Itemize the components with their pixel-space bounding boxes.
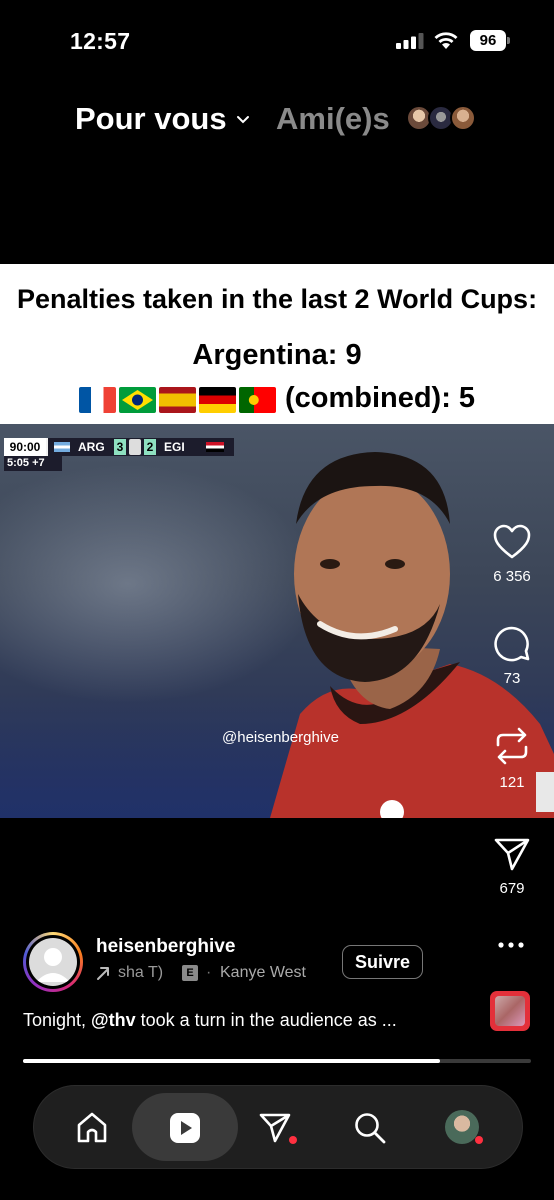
nav-reels[interactable] bbox=[145, 1086, 225, 1170]
home-score: 3 bbox=[114, 439, 126, 455]
caption-prefix: Tonight, bbox=[23, 1010, 92, 1030]
battery-level: 96 bbox=[470, 30, 506, 51]
post-caption-card: Penalties taken in the last 2 World Cups… bbox=[0, 264, 554, 424]
avatar-ring bbox=[26, 935, 80, 989]
away-team: EGI bbox=[164, 440, 185, 454]
caption-combined: (combined): 5 bbox=[284, 382, 476, 414]
signal-icon bbox=[396, 33, 424, 49]
portugal-flag-icon bbox=[238, 387, 276, 414]
caption-combined-row: (combined): 5 bbox=[0, 382, 554, 416]
user-silhouette-icon bbox=[36, 948, 70, 982]
away-score: 2 bbox=[144, 439, 156, 455]
trending-arrow-icon bbox=[97, 967, 109, 980]
music-cover-art bbox=[495, 996, 525, 1026]
battery-cap bbox=[507, 37, 510, 44]
spain-flag-icon bbox=[158, 387, 196, 414]
author-avatar[interactable] bbox=[23, 932, 83, 992]
nav-messages[interactable] bbox=[235, 1086, 315, 1170]
comment-icon[interactable] bbox=[493, 624, 531, 662]
video-progress-bar[interactable] bbox=[23, 1059, 531, 1063]
profile-notification-dot bbox=[475, 1136, 483, 1144]
avatar-placeholder bbox=[29, 938, 77, 986]
tab-friends[interactable]: Ami(e)s bbox=[276, 101, 390, 137]
caption-headline: Penalties taken in the last 2 World Cups… bbox=[16, 284, 538, 314]
follow-button[interactable]: Suivre bbox=[342, 945, 423, 979]
caption-mention[interactable]: @thv bbox=[91, 1010, 136, 1030]
tournament-logo-icon bbox=[129, 439, 141, 455]
friend-avatar bbox=[450, 105, 476, 131]
status-time: 12:57 bbox=[70, 28, 131, 54]
share-action[interactable]: 679 bbox=[480, 836, 544, 897]
scoreboard: 90:00 ARG 3 2 EGI bbox=[4, 438, 234, 456]
explicit-badge: E bbox=[182, 965, 198, 981]
music-thumbnail[interactable] bbox=[490, 991, 530, 1031]
more-icon[interactable] bbox=[497, 937, 525, 953]
share-count: 679 bbox=[499, 880, 525, 897]
egy-flag-icon bbox=[206, 442, 224, 452]
germany-flag-icon bbox=[198, 387, 236, 414]
france-flag-icon bbox=[78, 387, 116, 414]
like-count: 6 356 bbox=[493, 568, 531, 585]
reel-video[interactable]: 90:00 ARG 3 2 EGI 5:05 +7 @heisenberghiv… bbox=[0, 424, 554, 818]
like-action[interactable]: 6 356 bbox=[480, 524, 544, 585]
battery-indicator: 96 bbox=[470, 30, 510, 51]
brazil-flag-icon bbox=[118, 387, 156, 414]
status-bar: 12:57 96 bbox=[0, 0, 554, 80]
score-panel: ARG 3 2 EGI bbox=[48, 438, 234, 456]
search-icon[interactable] bbox=[353, 1111, 387, 1145]
added-time: 5:05 +7 bbox=[4, 456, 62, 471]
chevron-down-icon[interactable] bbox=[236, 115, 250, 125]
home-team: ARG bbox=[78, 440, 105, 454]
messages-notification-dot bbox=[289, 1136, 297, 1144]
repost-icon[interactable] bbox=[494, 726, 530, 766]
arg-flag-icon bbox=[54, 442, 70, 452]
post-caption[interactable]: Tonight, @thv took a turn in the audienc… bbox=[23, 1010, 463, 1031]
send-icon[interactable] bbox=[493, 836, 531, 872]
repost-count: 121 bbox=[499, 774, 525, 791]
music-artist: Kanye West bbox=[220, 964, 306, 981]
reels-icon[interactable] bbox=[168, 1111, 202, 1145]
author-username[interactable]: heisenberghive bbox=[96, 936, 235, 958]
video-watermark: @heisenberghive bbox=[222, 729, 339, 746]
nav-home[interactable] bbox=[52, 1086, 132, 1170]
wifi-icon bbox=[434, 32, 458, 49]
caption-suffix: took a turn in the audience as ... bbox=[135, 1010, 397, 1030]
bottom-nav bbox=[33, 1085, 523, 1169]
side-actions: 6 356 73 121 679 bbox=[480, 524, 544, 904]
send-icon[interactable] bbox=[258, 1111, 292, 1145]
match-clock: 90:00 bbox=[4, 438, 46, 456]
repost-action[interactable]: 121 bbox=[480, 726, 544, 791]
nav-search[interactable] bbox=[330, 1086, 410, 1170]
comment-count: 73 bbox=[503, 670, 521, 687]
comment-action[interactable]: 73 bbox=[480, 624, 544, 687]
tab-for-you[interactable]: Pour vous bbox=[75, 101, 227, 137]
caption-argentina: Argentina: 9 bbox=[192, 339, 362, 371]
friend-avatars[interactable] bbox=[406, 105, 482, 133]
video-progress-fill bbox=[23, 1059, 440, 1063]
nav-profile-avatar[interactable] bbox=[445, 1110, 479, 1144]
player-figure bbox=[270, 452, 554, 818]
music-title: sha T) bbox=[118, 964, 164, 981]
feed-tabs: Pour vous Ami(e)s bbox=[0, 95, 554, 145]
flags-group bbox=[78, 383, 279, 416]
heart-icon[interactable] bbox=[493, 524, 531, 560]
home-icon[interactable] bbox=[75, 1111, 109, 1145]
music-separator: · bbox=[206, 964, 212, 981]
